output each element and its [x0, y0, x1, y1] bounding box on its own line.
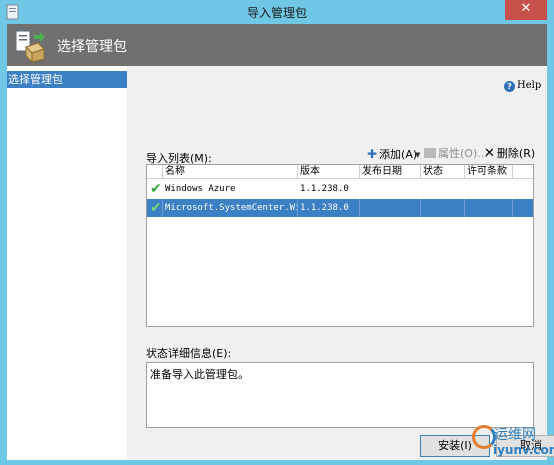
delete-label: 删除(R)	[496, 147, 536, 160]
watermark-logo: 运维网 iyunv.com	[472, 421, 554, 465]
row-name: Microsoft.SystemCenter.Win...	[163, 199, 298, 217]
watermark-text: 运维网	[494, 427, 536, 443]
delete-button[interactable]: ✕ 删除(R)	[484, 146, 535, 162]
wizard-header: 选择管理包	[7, 24, 547, 66]
close-icon: ✕	[520, 1, 532, 16]
plus-icon: ✚	[367, 147, 378, 161]
window-title: 导入管理包	[246, 6, 307, 20]
col-version[interactable]: 版本	[298, 165, 360, 179]
check-icon: ✔	[147, 199, 163, 217]
page-title: 选择管理包	[57, 39, 127, 55]
add-dropdown-icon[interactable]: ▼	[415, 147, 420, 163]
table-row[interactable]: ✔ Microsoft.SystemCenter.Win... 1.1.238.…	[147, 199, 533, 217]
main-panel: ? Help 导入列表(M): ✚ 添加(A) ▼ 属性(O)... ✕ 删除(R) …	[127, 66, 554, 460]
help-icon: ?	[504, 81, 515, 92]
properties-icon	[424, 148, 436, 158]
close-button[interactable]: ✕	[505, 0, 547, 20]
nav-item-select-pack[interactable]: 选择管理包	[7, 71, 127, 88]
col-check	[147, 165, 163, 179]
check-icon: ✔	[150, 181, 162, 197]
row-name: Windows Azure	[165, 184, 236, 194]
status-details-label: 状态详细信息(E):	[146, 347, 232, 360]
properties-label: 属性(O)...	[438, 147, 488, 160]
help-link[interactable]: ? Help	[504, 80, 541, 96]
row-license	[465, 199, 513, 217]
package-install-icon	[15, 30, 45, 63]
col-name[interactable]: 名称	[163, 165, 298, 179]
import-list[interactable]: 名称 版本 发布日期 状态 许可条款 ✔ Windows Azure 1.1.2…	[146, 164, 534, 327]
title-bar[interactable]: 导入管理包 ✕	[0, 0, 554, 24]
add-button[interactable]: ✚ 添加(A)	[367, 146, 417, 162]
help-label: Help	[517, 80, 542, 91]
properties-button[interactable]: 属性(O)...	[424, 146, 488, 162]
wizard-nav: 选择管理包	[7, 66, 127, 460]
col-date[interactable]: 发布日期	[360, 165, 421, 179]
row-status	[421, 199, 465, 217]
delete-icon: ✕	[484, 146, 495, 161]
row-version: 1.1.238.0	[300, 184, 349, 194]
add-label: 添加(A)	[379, 148, 418, 161]
col-status[interactable]: 状态	[421, 165, 465, 179]
table-row[interactable]: ✔ Windows Azure 1.1.238.0	[147, 180, 533, 198]
dialog-window: 导入管理包 ✕ 选择管理包 选择管理包 ? Help 导入列表(M): ✚ 添加…	[0, 0, 554, 465]
col-license[interactable]: 许可条款	[465, 165, 513, 179]
dialog-body: 选择管理包 选择管理包 ? Help 导入列表(M): ✚ 添加(A) ▼ 属性(O…	[7, 24, 554, 460]
status-details-box[interactable]: 准备导入此管理包。	[146, 362, 534, 428]
row-version: 1.1.238.0	[298, 199, 360, 217]
watermark-url: iyunv.com	[493, 443, 554, 457]
row-date	[360, 199, 421, 217]
list-header: 名称 版本 发布日期 状态 许可条款	[147, 165, 533, 179]
